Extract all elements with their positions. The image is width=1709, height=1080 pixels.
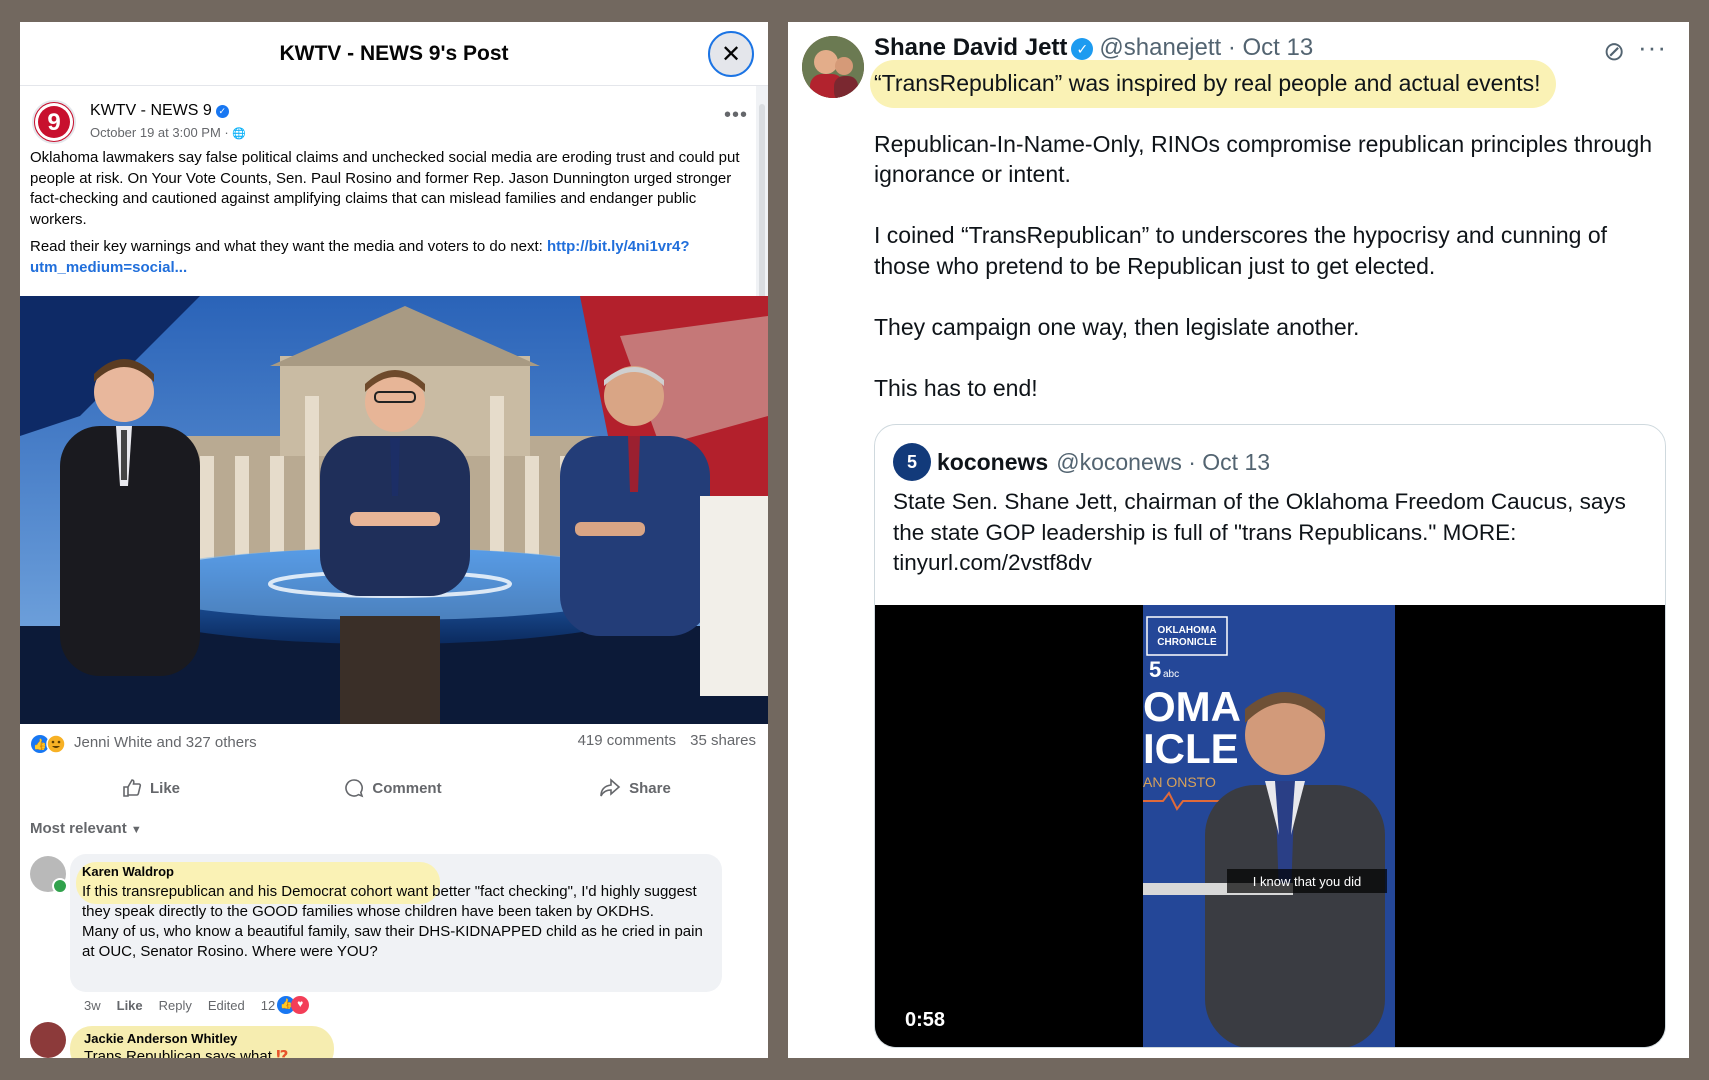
like-label: Like — [149, 779, 180, 797]
engagement-counts: 419 comments 35 shares — [578, 732, 756, 749]
reaction-icons[interactable]: 👍 — [30, 734, 70, 754]
tweet-paragraph: I coined “TransRepublican” to underscore… — [874, 222, 1608, 279]
svg-text:👍: 👍 — [33, 738, 47, 751]
avatar[interactable] — [802, 36, 864, 98]
comment-text-body: Trans Republican says what — [84, 1048, 272, 1058]
comment-edited-label: Edited — [207, 997, 245, 1013]
post-paragraph: Read their key warnings and what they wa… — [30, 237, 756, 278]
comment-label: Comment — [372, 779, 442, 797]
comment-reply-button[interactable]: Reply — [159, 998, 192, 1013]
video-duration: 0:58 — [905, 1009, 946, 1031]
comment-reaction-count: 12 — [260, 997, 276, 1013]
chronicle-text: OKLAHOMA — [1158, 625, 1217, 636]
commenter-avatar[interactable] — [30, 1022, 66, 1058]
close-button[interactable]: ✕ — [708, 31, 754, 77]
comment-meta: 3w Like Reply Edited 12 👍 ♥ — [84, 996, 310, 1014]
close-icon: ✕ — [720, 40, 742, 68]
comment-author[interactable]: Jackie Anderson Whitley — [84, 1030, 320, 1048]
interrobang-icon: ⁉ — [276, 1048, 289, 1058]
globe-icon: 🌐 — [232, 128, 247, 140]
backdrop-text: AN ONSTO — [1143, 774, 1216, 790]
comment-reactions[interactable]: 12 👍 ♥ — [260, 996, 310, 1014]
post-date-text[interactable]: October 19 at 3:00 PM · — [90, 125, 232, 140]
post-header: 9 KWTV - NEWS 9 ✓ October 19 at 3:00 PM ·… — [28, 96, 748, 150]
verified-badge-icon: ✓ — [215, 105, 229, 118]
news9-logo-icon: 9 — [35, 103, 73, 141]
reactors-summary[interactable]: Jenni White and 327 others — [74, 734, 257, 751]
share-arrow-icon — [600, 778, 621, 797]
post-photo[interactable] — [20, 296, 768, 724]
comment-author[interactable]: Karen Waldrop — [82, 862, 710, 882]
comments-count[interactable]: 419 comments — [578, 732, 676, 749]
video-player[interactable]: OKLAHOMA CHRONICLE 5 abc OMA ICLE AN ONS… — [875, 605, 1665, 1047]
video-frame-image: OKLAHOMA CHRONICLE 5 abc OMA ICLE AN ONS… — [875, 605, 1665, 1047]
share-button[interactable]: Share — [514, 770, 756, 806]
sort-label[interactable]: Most relevant — [30, 820, 127, 837]
comment-text: Trans Republican says what ⁉ — [84, 1048, 320, 1058]
tweet-text: “TransRepublican” was inspired by real p… — [874, 68, 1664, 434]
quoted-handle-date[interactable]: @koconews · Oct 13 — [1056, 449, 1270, 476]
tweet-header: Shane David Jett ✓ @shanejett · Oct 13 — [874, 34, 1313, 62]
caret-down-icon: ▼ — [130, 824, 142, 836]
author-name[interactable]: Shane David Jett — [874, 34, 1067, 61]
quoted-tweet-header: 5 koconews @koconews · Oct 13 — [893, 443, 1270, 481]
facebook-post-dialog: KWTV - NEWS 9's Post ✕ 9 KWTV - NEWS 9 ✓ … — [20, 22, 768, 1058]
verified-badge-icon: ✓ — [1071, 38, 1094, 60]
post-actions-bar: Like Comment Share — [30, 770, 756, 806]
post-paragraph: Oklahoma lawmakers say false political c… — [30, 149, 740, 228]
scrollbar-thumb[interactable] — [759, 104, 765, 304]
comment-bubble: Jackie Anderson Whitley Trans Republican… — [70, 1026, 334, 1058]
abc-text: abc — [1163, 669, 1179, 680]
tweet-paragraph: They campaign one way, then legislate an… — [874, 313, 1360, 340]
svg-text:9: 9 — [47, 109, 60, 136]
like-button[interactable]: Like — [30, 770, 272, 806]
studio-photo-image — [20, 296, 768, 724]
thumbs-up-icon — [123, 779, 142, 797]
page-name-text[interactable]: KWTV - NEWS 9 — [90, 102, 212, 119]
scrollbar[interactable] — [756, 86, 768, 316]
post-timestamp[interactable]: October 19 at 3:00 PM · 🌐 — [90, 125, 246, 140]
grok-icon[interactable]: ⊘ — [1603, 36, 1625, 67]
tweet-card: Shane David Jett ✓ @shanejett · Oct 13 ⊘ ·… — [788, 22, 1689, 1058]
dialog-header: KWTV - NEWS 9's Post ✕ — [20, 22, 768, 86]
more-options-button[interactable]: ··· — [1638, 32, 1667, 63]
post-text: Oklahoma lawmakers say false political c… — [30, 148, 756, 278]
tweet-paragraph: This has to end! — [874, 374, 1038, 401]
quoted-tweet-text: State Sen. Shane Jett, chairman of the O… — [893, 489, 1626, 575]
koco-logo-icon[interactable]: 5 — [893, 443, 931, 481]
post-stats: 👍 Jenni White and 327 others 419 comment… — [30, 732, 756, 756]
commenter-avatar[interactable] — [30, 856, 68, 894]
comment-like-button[interactable]: Like — [117, 998, 143, 1013]
post-more-options-button[interactable]: ••• — [724, 104, 748, 127]
profile-photo-image — [802, 36, 864, 98]
comment-text: Many of us, who know a beautiful family,… — [82, 923, 703, 960]
comment-bubble-icon — [345, 779, 364, 798]
author-handle-date[interactable]: @shanejett · Oct 13 — [1099, 34, 1313, 61]
comment-sort-dropdown[interactable]: Most relevant ▼ — [30, 820, 142, 837]
post-paragraph-prefix: Read their key warnings and what they wa… — [30, 238, 547, 255]
comment-bubble: Karen Waldrop If this transrepublican an… — [70, 854, 722, 992]
svg-text:5: 5 — [1149, 657, 1161, 682]
backdrop-text: ICLE — [1143, 725, 1239, 772]
shares-count[interactable]: 35 shares — [690, 732, 756, 749]
love-reaction-icon: ♥ — [291, 996, 310, 1014]
comment-age[interactable]: 3w — [84, 998, 101, 1013]
share-label: Share — [629, 779, 671, 797]
comment-button[interactable]: Comment — [272, 770, 514, 806]
tweet-paragraph: Republican-In-Name-Only, RINOs compromis… — [874, 130, 1653, 188]
page-avatar[interactable]: 9 — [32, 100, 76, 144]
video-caption: I know that you did — [1253, 874, 1361, 889]
backdrop-text: OMA — [1143, 683, 1241, 730]
quoted-author-name[interactable]: koconews — [937, 449, 1048, 476]
comment-text: If this transrepublican and his Democrat… — [82, 883, 697, 920]
dialog-title: KWTV - NEWS 9's Post — [279, 41, 509, 65]
page-name[interactable]: KWTV - NEWS 9 ✓ — [90, 102, 229, 120]
chronicle-text: CHRONICLE — [1157, 637, 1217, 648]
quoted-tweet[interactable]: 5 koconews @koconews · Oct 13 State Sen.… — [874, 424, 1666, 1048]
tweet-highlighted-line: “TransRepublican” was inspired by real p… — [874, 70, 1541, 96]
